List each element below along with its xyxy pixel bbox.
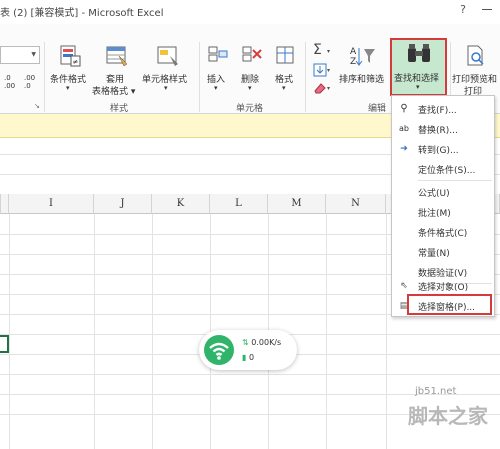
- column-header-n[interactable]: N: [326, 194, 386, 214]
- cells-group-label: 单元格: [236, 104, 264, 114]
- replace-icon: ab: [399, 124, 409, 133]
- window-title: 表 (2) [兼容模式] - Microsoft Excel: [0, 8, 164, 19]
- network-speed-value: 0.00K/s: [251, 338, 282, 347]
- insert-cells-icon: [208, 46, 228, 62]
- conditional-format-icon: ≠: [60, 45, 81, 67]
- cell-styles-arrow: ▾: [164, 84, 168, 92]
- format-as-table-sub: 表格格式 ▾: [92, 87, 136, 97]
- watermark-url: jb51.net: [415, 386, 457, 397]
- sort-filter-icon: A Z: [350, 47, 375, 67]
- watermark-name: 脚本之家: [408, 404, 488, 428]
- menu-item-find-label: 查找(F)...: [418, 106, 457, 116]
- menu-item-replace-label: 替换(R)...: [418, 126, 458, 136]
- svg-text:Z: Z: [350, 57, 356, 67]
- selection-pane-highlight-box: [407, 294, 492, 315]
- minimize-button[interactable]: [482, 9, 492, 10]
- column-header-i[interactable]: I: [9, 194, 94, 214]
- column-header-m[interactable]: M: [268, 194, 326, 214]
- column-header-l[interactable]: L: [210, 194, 268, 214]
- menu-item-select-objects[interactable]: ⇖ 选择对象(O): [392, 276, 494, 296]
- styles-group-label: 样式: [110, 104, 129, 114]
- chevron-down-icon: ▾: [327, 67, 331, 74]
- menu-item-conditional-formatting-label: 条件格式(C): [418, 229, 468, 239]
- format-cells-icon: [276, 46, 294, 64]
- network-speed-text: ⇅ 0.00K/s: [242, 338, 281, 347]
- menu-item-replace[interactable]: ab 替换(R)...: [392, 119, 494, 139]
- menu-item-formulas[interactable]: 公式(U): [392, 182, 494, 202]
- svg-text:A: A: [350, 47, 357, 57]
- conditional-format-arrow: ▾: [66, 84, 70, 92]
- autosum-button[interactable]: Σ ▾: [311, 42, 333, 60]
- number-dialog-launcher[interactable]: ↘: [34, 102, 40, 110]
- format-as-table-button[interactable]: 套用 表格格式 ▾: [92, 42, 138, 98]
- print-preview-button[interactable]: 打印预览和 打印: [452, 42, 500, 98]
- clear-button[interactable]: ▾: [311, 80, 333, 96]
- menu-item-conditional-formatting[interactable]: 条件格式(C): [392, 222, 494, 242]
- fill-button[interactable]: ▾: [311, 62, 333, 78]
- chevron-down-icon: ▾: [327, 85, 331, 92]
- cell-styles-button[interactable]: 单元格样式 ▾: [140, 42, 196, 98]
- arrow-right-icon: ➔: [400, 144, 408, 154]
- sort-filter-button[interactable]: A Z 排序和筛选: [337, 42, 389, 98]
- menu-item-goto-label: 转到(G)...: [418, 146, 459, 156]
- menu-item-goto-special[interactable]: 定位条件(S)...: [392, 159, 494, 179]
- insert-button[interactable]: 插入 ▾: [202, 42, 234, 98]
- fill-down-icon: [313, 63, 327, 77]
- connection-count-text: ▮ 0: [242, 353, 254, 362]
- updown-arrows-icon: ⇅: [242, 338, 249, 347]
- delete-arrow: ▾: [248, 84, 252, 92]
- phone-icon: ▮: [242, 353, 247, 362]
- eraser-icon: [314, 83, 326, 94]
- column-header-k[interactable]: K: [152, 194, 210, 214]
- format-button[interactable]: 格式 ▾: [270, 42, 302, 98]
- find-select-highlight-box: [390, 38, 447, 96]
- menu-item-goto-special-label: 定位条件(S)...: [418, 166, 476, 176]
- column-header-j[interactable]: J: [94, 194, 152, 214]
- menu-item-goto[interactable]: ➔ 转到(G)...: [392, 139, 494, 159]
- delete-cells-icon: [242, 46, 262, 62]
- title-bar: 表 (2) [兼容模式] - Microsoft Excel ?: [0, 0, 500, 24]
- insert-arrow: ▾: [214, 84, 218, 92]
- menu-item-constants-label: 常量(N): [418, 249, 450, 259]
- number-format-dropdown[interactable]: ▼: [0, 46, 40, 64]
- menu-item-select-objects-label: 选择对象(O): [418, 283, 469, 293]
- menu-item-comments[interactable]: 批注(M): [392, 202, 494, 222]
- menu-item-constants[interactable]: 常量(N): [392, 242, 494, 262]
- find-select-menu: ⚲ 查找(F)... ab 替换(R)... ➔ 转到(G)... 定位条件(S…: [391, 95, 495, 317]
- svg-text:≠: ≠: [73, 58, 79, 66]
- print-preview-icon: [467, 45, 484, 66]
- help-button[interactable]: ?: [460, 3, 466, 16]
- delete-button[interactable]: 删除 ▾: [236, 42, 268, 98]
- increase-decimal-button[interactable]: .0 .00: [4, 74, 20, 90]
- menu-item-comments-label: 批注(M): [418, 209, 451, 219]
- menu-item-find[interactable]: ⚲ 查找(F)...: [392, 99, 494, 119]
- format-arrow: ▾: [282, 84, 286, 92]
- decrease-decimal-button[interactable]: .00 .0: [24, 74, 40, 90]
- table-style-icon: [106, 46, 128, 67]
- editing-group-label: 编辑: [368, 104, 387, 114]
- chevron-down-icon: ▼: [31, 51, 36, 58]
- network-speed-widget[interactable]: ⇅ 0.00K/s ▮ 0: [199, 330, 297, 370]
- sort-filter-label: 排序和筛选: [339, 75, 385, 85]
- active-cell-indicator[interactable]: [0, 335, 9, 353]
- cell-styles-icon: [157, 46, 178, 66]
- binoculars-icon: ⚲: [400, 103, 408, 114]
- sigma-icon: Σ: [313, 42, 322, 58]
- cursor-icon: ⇖: [400, 281, 408, 291]
- wifi-icon: [204, 335, 234, 365]
- decrease-decimal-label: .00 .0: [24, 74, 36, 90]
- increase-decimal-label: .0 .00: [4, 74, 16, 90]
- menu-item-formulas-label: 公式(U): [418, 189, 450, 199]
- chevron-down-icon: ▾: [327, 48, 331, 55]
- connection-count-value: 0: [248, 353, 255, 362]
- row-header-corner[interactable]: [0, 194, 9, 214]
- conditional-format-button[interactable]: ≠ 条件格式 ▾: [48, 42, 92, 98]
